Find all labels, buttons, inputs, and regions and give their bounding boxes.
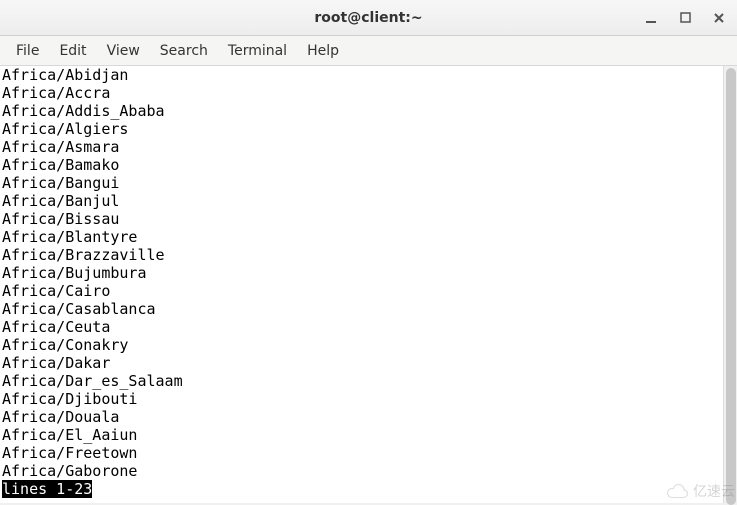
scrollbar-thumb[interactable]	[726, 68, 736, 505]
terminal-line: Africa/Gaborone	[2, 462, 735, 480]
terminal-content[interactable]: Africa/Abidjan Africa/Accra Africa/Addis…	[0, 66, 737, 503]
menubar: File Edit View Search Terminal Help	[0, 36, 737, 66]
menu-view[interactable]: View	[97, 39, 150, 63]
terminal-line: Africa/Asmara	[2, 138, 735, 156]
terminal-line: Africa/El_Aaiun	[2, 426, 735, 444]
terminal-window: root@client:~ File Edit View Search Term…	[0, 0, 737, 503]
menu-search[interactable]: Search	[150, 39, 218, 63]
terminal-line: Africa/Banjul	[2, 192, 735, 210]
terminal-line: Africa/Abidjan	[2, 66, 735, 84]
terminal-line: Africa/Brazzaville	[2, 246, 735, 264]
menu-help[interactable]: Help	[297, 39, 349, 63]
scrollbar[interactable]	[723, 66, 737, 503]
window-controls	[643, 10, 727, 26]
terminal-line: Africa/Ceuta	[2, 318, 735, 336]
terminal-line: Africa/Bamako	[2, 156, 735, 174]
terminal-line: Africa/Bujumbura	[2, 264, 735, 282]
terminal-line: Africa/Freetown	[2, 444, 735, 462]
terminal-line: Africa/Cairo	[2, 282, 735, 300]
menu-terminal[interactable]: Terminal	[218, 39, 297, 63]
pager-status-line: lines 1-23	[2, 480, 92, 498]
terminal-line: Africa/Bissau	[2, 210, 735, 228]
terminal-line: Africa/Dar_es_Salaam	[2, 372, 735, 390]
terminal-line: Africa/Djibouti	[2, 390, 735, 408]
menu-file[interactable]: File	[6, 39, 49, 63]
terminal-line: Africa/Addis_Ababa	[2, 102, 735, 120]
titlebar: root@client:~	[0, 0, 737, 36]
menu-edit[interactable]: Edit	[49, 39, 96, 63]
terminal-line: Africa/Blantyre	[2, 228, 735, 246]
terminal-line: Africa/Douala	[2, 408, 735, 426]
close-button[interactable]	[711, 10, 727, 26]
terminal-line: Africa/Dakar	[2, 354, 735, 372]
terminal-line: Africa/Accra	[2, 84, 735, 102]
terminal-line: Africa/Algiers	[2, 120, 735, 138]
terminal-line: Africa/Conakry	[2, 336, 735, 354]
minimize-button[interactable]	[643, 10, 659, 26]
terminal-line: Africa/Bangui	[2, 174, 735, 192]
terminal-line: Africa/Casablanca	[2, 300, 735, 318]
pager-status-text: lines 1-23	[2, 480, 92, 498]
maximize-button[interactable]	[677, 10, 693, 26]
window-title: root@client:~	[8, 10, 729, 26]
